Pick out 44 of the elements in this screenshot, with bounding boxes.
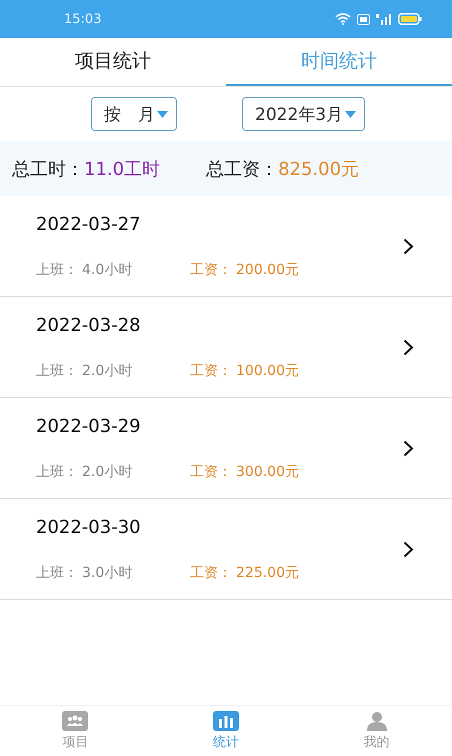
date-text: 2022-03-30 [36, 516, 142, 538]
hours-label: 上班： [36, 260, 78, 278]
group-icon [62, 711, 88, 731]
bar-chart-icon [213, 711, 239, 731]
wage-value: 200.00元 [236, 260, 299, 278]
day-row[interactable]: 2022-03-30 上班： 3.0小时 工资： 225.00元 [0, 499, 452, 600]
wage-value: 225.00元 [236, 564, 299, 582]
wage-label: 工资： [190, 260, 232, 278]
dropdown[interactable]: 2022年3月 [242, 97, 366, 131]
signal-icon [376, 13, 392, 25]
hours-value: 3.0小时 [82, 564, 134, 582]
wage-value: 300.00元 [236, 462, 299, 480]
wifi-icon [335, 13, 351, 25]
chevron-icon [403, 238, 414, 254]
person-icon [366, 711, 388, 731]
dropdown[interactable]: 按 月 [91, 97, 177, 131]
date-text: 2022-03-27 [36, 214, 142, 234]
wage-label: 工资： [190, 362, 232, 380]
caret-icon [345, 110, 356, 118]
summary-value: 11.0工时 [84, 158, 160, 180]
chevron-icon [403, 338, 414, 356]
date-text: 2022-03-29 [36, 416, 142, 436]
hours-value: 2.0小时 [82, 362, 134, 380]
chevron-icon [403, 440, 414, 456]
hours-label: 上班： [36, 362, 78, 380]
chevron-icon [403, 540, 414, 558]
wage-label: 工资： [190, 462, 232, 480]
hours-label: 上班： [36, 462, 78, 480]
hours-value: 2.0小时 [82, 462, 134, 480]
summary-label: 总工时： [12, 158, 84, 180]
day-row[interactable]: 2022-03-28 上班： 2.0小时 工资： 100.00元 [0, 297, 452, 398]
status-time: 15:03 [64, 12, 102, 26]
battery-icon [398, 13, 422, 25]
hours-label: 上班： [36, 564, 78, 582]
date-text: 2022-03-28 [36, 314, 142, 336]
day-row[interactable]: 2022-03-29 上班： 2.0小时 工资： 300.00元 [0, 398, 452, 499]
summary-label: 总工资： [206, 158, 278, 180]
hours-value: 4.0小时 [82, 260, 134, 278]
summary-value: 825.00元 [278, 158, 360, 180]
day-row[interactable]: 2022-03-27 上班： 4.0小时 工资： 200.00元 [0, 196, 452, 297]
wage-label: 工资： [190, 564, 232, 582]
caret-icon [157, 110, 168, 118]
wage-value: 100.00元 [236, 362, 299, 380]
hd-icon [357, 14, 370, 24]
